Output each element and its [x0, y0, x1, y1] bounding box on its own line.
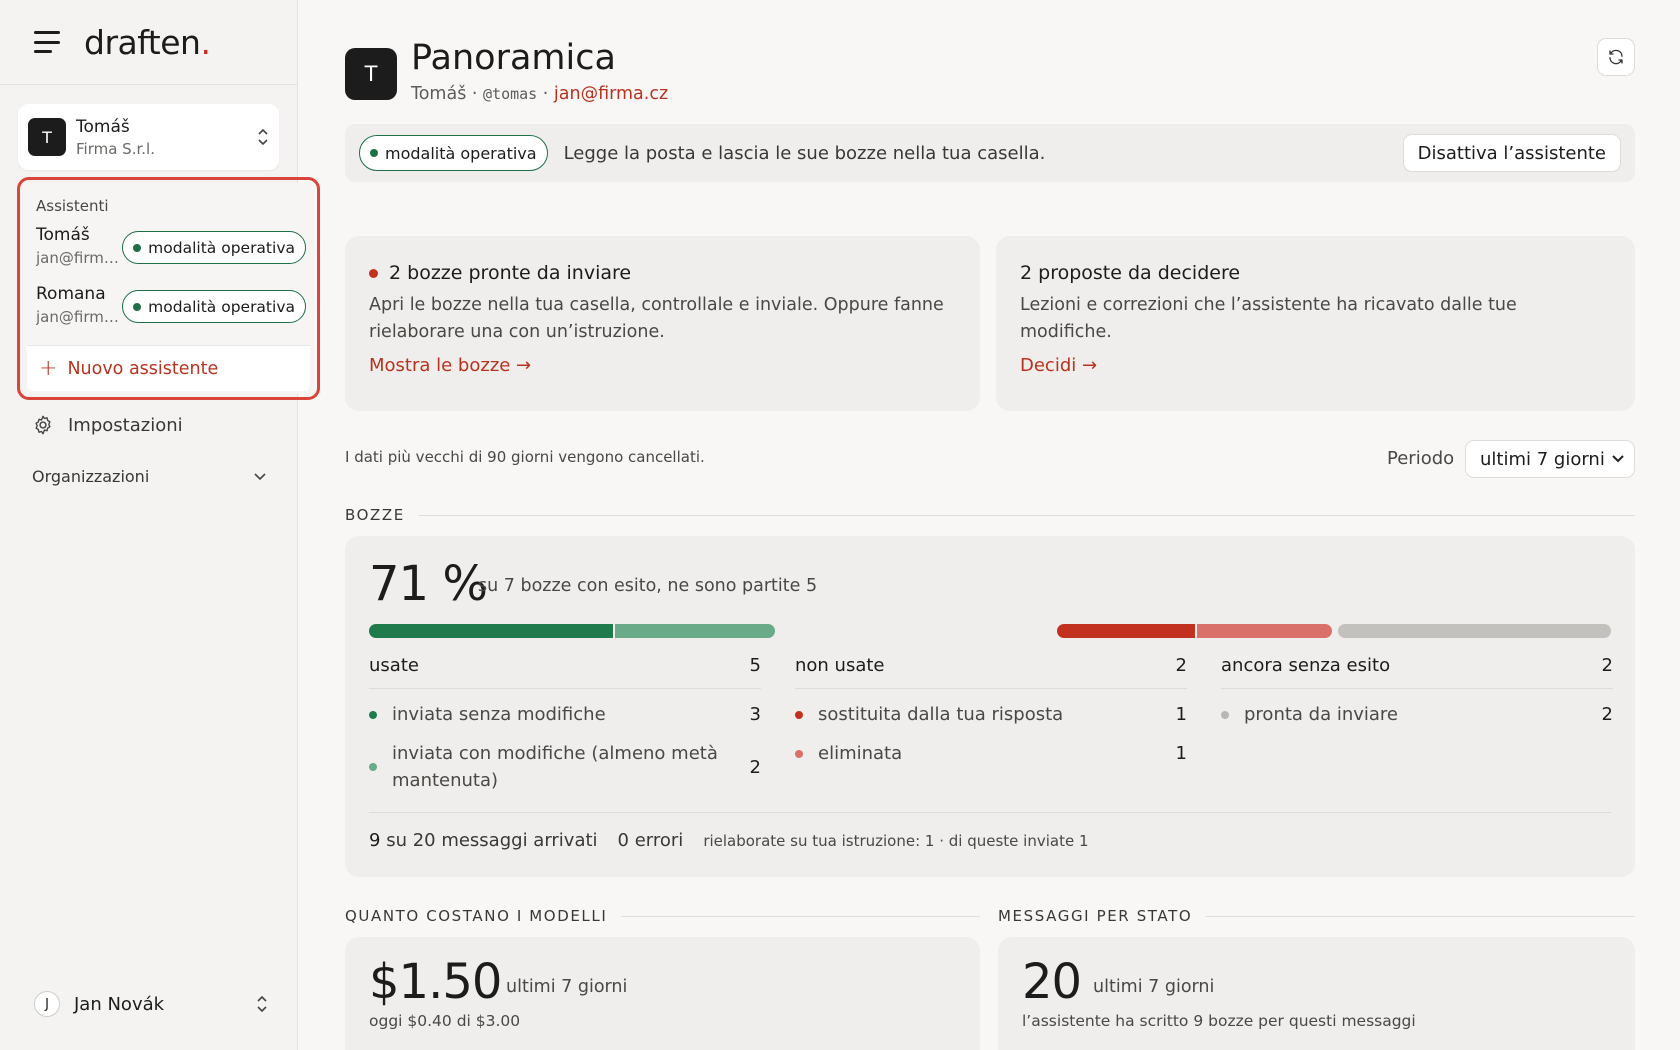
breakdown-row: sostituita dalla tua risposta 1	[795, 701, 1187, 728]
legend-dot-icon	[369, 710, 377, 719]
cost-value: $1.50	[369, 954, 502, 1010]
drafts-success-subtitle: su 7 bozze con esito, ne sono partite 5	[478, 576, 818, 596]
status-description: Legge la posta e lascia le sue bozze nel…	[563, 142, 1046, 164]
legend-dot-icon	[1221, 710, 1229, 719]
chevron-down-icon	[1612, 455, 1624, 463]
card-body: Apri le bozze nella tua casella, control…	[369, 295, 944, 342]
drafts-success-percent: 71 %	[369, 556, 488, 612]
bar-segment	[1057, 624, 1195, 638]
bar-used	[369, 624, 775, 638]
account-switcher[interactable]: T Tomáš Firma S.r.l.	[18, 104, 279, 170]
menu-icon[interactable]	[34, 31, 60, 53]
bar-segment	[1338, 624, 1611, 638]
messages-value: 20	[1022, 954, 1082, 1010]
col-unused: non usate 2 sostituita dalla tua risposta 1…	[795, 655, 1187, 767]
status-dot-icon	[370, 149, 378, 157]
bar-pending	[1338, 624, 1611, 638]
bar-segment	[612, 624, 775, 638]
card-title: 2 bozze pronte da inviare	[369, 262, 956, 284]
cost-card: $1.50 ultimi 7 giorni oggi $0.40 di $3.0…	[345, 937, 980, 1050]
gear-icon	[35, 415, 51, 435]
refresh-button[interactable]	[1597, 38, 1635, 76]
period-select[interactable]: ultimi 7 giorni	[1465, 440, 1635, 478]
chevron-down-icon	[254, 472, 266, 480]
drafts-ready-card: 2 bozze pronte da inviare Apri le bozze …	[345, 236, 980, 411]
bar-segment	[1194, 624, 1332, 638]
page-title: Panoramica	[411, 38, 616, 78]
decide-link[interactable]: Decidi →	[1020, 355, 1611, 376]
account-avatar: T	[28, 118, 66, 156]
show-drafts-link[interactable]: Mostra le bozze →	[369, 355, 956, 376]
status-badge: modalità operativa	[359, 135, 548, 171]
column-header: ancora senza esito 2	[1221, 655, 1613, 689]
status-badge: modalità operativa	[122, 290, 306, 323]
assistant-email: jan@firma...	[36, 308, 126, 326]
email-link[interactable]: jan@firma.cz	[554, 84, 668, 104]
sidebar-item-settings[interactable]: Impostazioni	[32, 414, 183, 436]
refresh-icon	[1609, 49, 1623, 65]
legend-dot-icon	[795, 710, 803, 719]
column-header: non usate 2	[795, 655, 1187, 689]
user-name: Jan Novák	[74, 993, 165, 1015]
assistant-email: jan@firma...	[36, 249, 126, 267]
drafts-footer: 9 su 20 messaggi arrivati 0 errori riela…	[369, 830, 1089, 851]
chevron-updown-icon	[257, 995, 267, 1013]
status-badge: modalità operativa	[122, 231, 306, 264]
alert-dot-icon	[369, 268, 378, 278]
status-dot-icon	[133, 302, 142, 311]
sidebar: draften. T Tomáš Firma S.r.l. Assistenti…	[0, 0, 320, 1050]
legend-dot-icon	[369, 763, 377, 771]
assistant-item-tomas[interactable]: Tomáš jan@firma... modalità operativa	[36, 225, 306, 281]
messages-note: l’assistente ha scritto 9 bozze per ques…	[1022, 1012, 1416, 1030]
card-title: 2 proposte da decidere	[1020, 262, 1241, 284]
breakdown-row: inviata senza modifiche 3	[369, 701, 761, 728]
assistant-item-romana[interactable]: Romana jan@firma... modalità operativa	[36, 284, 306, 340]
new-assistant-button[interactable]: + Nuovo assistente	[27, 345, 310, 391]
bar-segment	[369, 624, 613, 638]
cost-section-heading: QUANTO COSTANO I MODELLI	[345, 907, 980, 925]
cost-note: oggi $0.40 di $3.00	[369, 1012, 521, 1030]
breakdown-row: eliminata 1	[795, 740, 1187, 767]
breakdown-row: pronta da inviare 2	[1221, 701, 1613, 728]
assistant-avatar: T	[345, 48, 397, 100]
col-used: usate 5 inviata senza modifiche 3 inviata co…	[369, 655, 761, 794]
plus-icon: +	[39, 356, 58, 381]
retention-note: I dati più vecchi di 90 giorni vengono c…	[345, 448, 705, 466]
user-avatar: J	[34, 991, 60, 1017]
status-dot-icon	[133, 243, 142, 252]
bar-unused	[1057, 624, 1332, 638]
user-menu[interactable]: J Jan Novák	[34, 991, 268, 1017]
proposals-card: 2 proposte da decidere Lezioni e correzi…	[996, 236, 1635, 411]
cost-period: ultimi 7 giorni	[506, 977, 628, 997]
col-pending: ancora senza esito 2 pronta da inviare 2	[1221, 655, 1613, 728]
messages-period: ultimi 7 giorni	[1093, 977, 1215, 997]
breakdown-row: inviata con modifiche (almeno metà mante…	[369, 740, 761, 794]
sidebar-header: draften.	[0, 0, 297, 85]
legend-dot-icon	[795, 749, 803, 758]
card-body: Lezioni e correzioni che l’assistente ha…	[1020, 295, 1517, 342]
divider	[369, 812, 1611, 813]
messages-card: 20 ultimi 7 giorni l’assistente ha scrit…	[998, 937, 1635, 1050]
period-label: Periodo	[1387, 448, 1455, 469]
page-subtitle: Tomáš · @tomas · jan@firma.cz	[411, 84, 669, 104]
logo[interactable]: draften.	[84, 23, 211, 62]
messages-section-heading: MESSAGGI PER STATO	[998, 907, 1635, 925]
assistants-dropdown: Assistenti Tomáš jan@firma... modalità o…	[17, 177, 320, 400]
assistants-title: Assistenti	[36, 197, 109, 215]
assistant-status-bar: modalità operativa Legge la posta e lasc…	[345, 124, 1635, 182]
chevron-updown-icon	[257, 128, 269, 146]
column-header: usate 5	[369, 655, 761, 689]
sidebar-item-organizations[interactable]: Organizzazioni	[32, 467, 266, 486]
account-name: Tomáš	[76, 116, 130, 137]
drafts-section-heading: BOZZE	[345, 506, 1635, 524]
deactivate-assistant-button[interactable]: Disattiva l’assistente	[1402, 134, 1621, 172]
account-org: Firma S.r.l.	[76, 139, 155, 158]
